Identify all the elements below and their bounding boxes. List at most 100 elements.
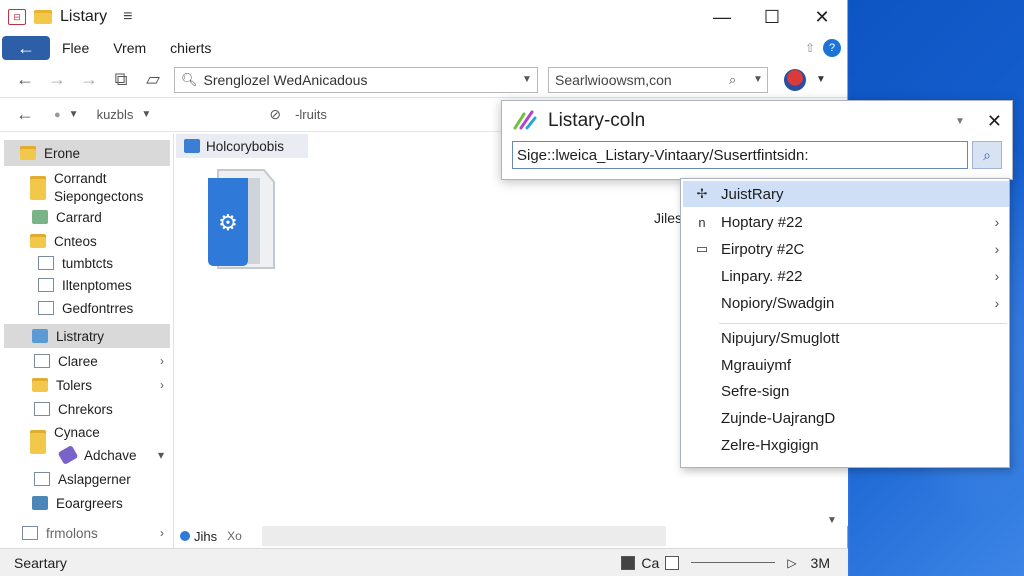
sidebar-item[interactable]: Carrard — [4, 206, 170, 228]
sidebar-item[interactable]: Cynace — [4, 422, 170, 454]
sidebar-item[interactable]: Iltenptomes — [4, 274, 170, 296]
sidebar-item[interactable]: Gedfontrres — [4, 297, 170, 319]
search-icon[interactable]: ⌕ — [729, 72, 749, 88]
menu-item-view[interactable]: Vrem — [113, 40, 146, 56]
result-item[interactable]: ✢ JuistRary — [683, 181, 1009, 207]
result-item[interactable]: Mgrauiymf — [683, 352, 1009, 378]
result-item[interactable]: n Hoptary #22 › — [683, 209, 1009, 235]
document-icon — [38, 256, 54, 270]
dot-icon: ● — [54, 108, 61, 121]
chevron-down-icon[interactable]: ▼ — [955, 116, 965, 127]
search-input[interactable]: Searlwioowsm,con ⌕ ▼ — [548, 66, 768, 93]
sidebar-item-home[interactable]: Erone — [4, 140, 170, 166]
sidebar-item-listary[interactable]: Listratry — [4, 324, 170, 348]
listary-query: Sige::lweica_Listary-Vintaary/Susertfint… — [517, 146, 809, 164]
details-view-icon[interactable] — [621, 555, 636, 570]
sidebar-item[interactable]: Corrandt — [4, 168, 170, 200]
sidebar-item-label: frmolons — [46, 525, 98, 541]
app-icon: ⊟ — [8, 9, 26, 25]
address-input[interactable]: 🔍︎ Srenglozel WedAnicadous ▼ — [174, 66, 538, 93]
back-arrow-icon[interactable]: ← — [2, 36, 50, 60]
menu-icon[interactable]: ≡ — [123, 8, 132, 26]
forward-icon[interactable]: → — [46, 69, 68, 90]
folder-icon — [184, 139, 200, 153]
sidebar-item-label: Cnteos — [54, 233, 97, 249]
result-item[interactable]: ▭ Eirpotry #2C › — [683, 236, 1009, 262]
back-icon[interactable]: ← — [14, 69, 36, 90]
document-icon — [22, 526, 38, 540]
result-item[interactable]: Nipujury/Smuglott — [683, 325, 1009, 351]
sidebar-item[interactable]: tumbtcts — [4, 252, 170, 274]
listary-search-input[interactable]: Sige::lweica_Listary-Vintaary/Susertfint… — [512, 141, 968, 169]
bottom-tab-2[interactable]: Xo — [227, 529, 242, 543]
sidebar-item[interactable]: Tolers › — [4, 374, 170, 396]
result-item[interactable]: Nopiory/Swadgin › — [683, 290, 1009, 316]
chevron-right-icon[interactable]: › — [985, 295, 1009, 311]
scrollbar-track[interactable] — [261, 526, 666, 546]
sidebar-item[interactable]: Chrekors — [4, 398, 170, 420]
chevron-down-icon[interactable]: ▼ — [816, 74, 826, 85]
chevron-right-icon[interactable]: › — [985, 268, 1009, 284]
listary-title: Listary-coln — [548, 110, 646, 131]
zoom-slider[interactable] — [691, 562, 776, 563]
folder-outline-icon[interactable]: ▱ — [142, 69, 164, 90]
chevron-down-icon[interactable]: ▼ — [517, 74, 537, 85]
document-file-icon[interactable]: ⚙ — [204, 164, 276, 274]
chevron-down-icon[interactable]: ▾ — [158, 448, 164, 462]
chevron-right-icon[interactable]: › — [985, 241, 1009, 257]
move-icon: ✢ — [696, 186, 708, 201]
link-icon[interactable]: ⊘ — [269, 106, 281, 123]
result-item[interactable]: Zelre-Hxgigign — [683, 432, 1009, 458]
column-header[interactable]: Holcorybobis — [176, 134, 308, 158]
maximize-button[interactable]: ☐ — [747, 0, 797, 34]
result-item[interactable]: Linpary. #22 › — [683, 263, 1009, 289]
chevron-right-icon[interactable]: › — [160, 378, 164, 392]
close-button[interactable]: ✕ — [797, 0, 847, 34]
sidebar-item[interactable]: Adchave ▾ — [4, 444, 170, 466]
chevron-down-icon[interactable]: ▼ — [141, 109, 151, 120]
result-label: Linpary. #22 — [721, 267, 803, 285]
tiles-view-icon[interactable] — [665, 555, 680, 570]
sidebar-item[interactable]: Siepongectons — [4, 186, 170, 206]
chevron-down-icon[interactable]: ▼ — [749, 74, 767, 85]
chevron-right-icon[interactable]: › — [160, 354, 164, 368]
zoom-out-icon[interactable]: ▷ — [787, 556, 796, 570]
menu-bar: ← Flee Vrem chierts ⇧ ? — [0, 34, 847, 62]
chevron-right-icon[interactable]: › — [160, 526, 164, 540]
sidebar-item-label: Chrekors — [58, 401, 113, 417]
chevron-down-icon[interactable]: ▼ — [69, 109, 79, 120]
sidebar-item[interactable]: frmolons › — [4, 522, 170, 544]
document-icon — [38, 301, 54, 315]
result-item[interactable]: Zujnde-UajrangD — [683, 405, 1009, 431]
expand-ribbon-icon[interactable]: ⇧ — [805, 41, 815, 55]
chevron-right-icon[interactable]: › — [985, 214, 1009, 230]
result-item[interactable]: Sefre-sign — [683, 378, 1009, 404]
sidebar-item-label: Carrard — [56, 209, 102, 225]
toolbar-label-2[interactable]: -lruits — [295, 107, 327, 122]
sidebar-item[interactable]: Cnteos — [4, 230, 170, 252]
sidebar-item-label: Gedfontrres — [62, 300, 134, 316]
search-icon: 🔍︎ — [181, 71, 198, 87]
sidebar-item[interactable]: Eoargreers — [4, 492, 170, 514]
bottom-tab[interactable]: Jihs — [194, 529, 217, 544]
window-title: Listary — [60, 8, 108, 25]
scroll-down-icon[interactable]: ▼ — [824, 515, 840, 526]
search-button[interactable]: ⌕ — [972, 141, 1002, 169]
close-icon[interactable]: ✕ — [987, 111, 1002, 132]
address-bar: ← → → ⧉ ▱ 🔍︎ Srenglozel WedAnicadous ▼ S… — [0, 62, 847, 98]
folder-icon — [20, 146, 36, 160]
account-icon[interactable] — [784, 68, 806, 91]
copy-icon[interactable]: ⧉ — [110, 69, 132, 90]
forward-alt-icon[interactable]: → — [78, 69, 100, 90]
folder-icon — [30, 234, 46, 248]
sidebar-item-label: Listratry — [56, 328, 105, 344]
menu-item-charts[interactable]: chierts — [170, 40, 211, 56]
view-label: Ca — [641, 554, 660, 571]
sidebar-item[interactable]: Aslapgerner — [4, 468, 170, 490]
sidebar-item[interactable]: Claree › — [4, 350, 170, 372]
toolbar-label[interactable]: kuzbls — [97, 107, 134, 122]
help-icon[interactable]: ? — [823, 39, 841, 57]
menu-item-file[interactable]: Flee — [62, 40, 89, 56]
minimize-button[interactable]: — — [697, 0, 747, 34]
back-icon[interactable]: ← — [14, 104, 36, 125]
